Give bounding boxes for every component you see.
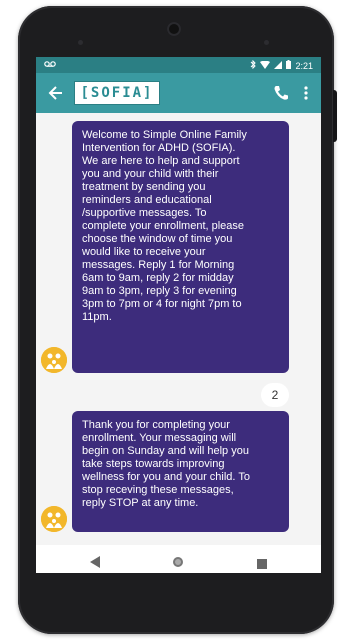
earpiece-sensor-left [78,40,83,45]
front-camera [167,22,181,36]
outgoing-message: 2 [261,383,289,407]
family-avatar-icon [41,347,67,373]
status-bar: 2:21 [36,57,321,73]
family-avatar-icon [41,506,67,532]
incoming-message: Thank you for completing your enrollment… [72,411,289,532]
nav-back-icon[interactable] [90,553,100,568]
system-nav-bar [36,545,321,573]
nav-recents-icon[interactable] [257,554,267,569]
status-time: 2:21 [295,60,313,71]
voicemail-icon [44,60,56,70]
phone-screen: 2:21 [SOFIA] Welcome to Simple Online Fa… [36,57,321,573]
incoming-message: Welcome to Simple Online Family Interven… [72,121,289,373]
app-bar: [SOFIA] [36,73,321,113]
phone-side-button [333,90,337,142]
wifi-icon [260,60,271,71]
nav-home-icon[interactable] [172,553,184,567]
phone-icon[interactable] [273,84,289,102]
signal-icon [274,60,283,71]
battery-icon [286,60,292,71]
arrow-left-icon[interactable] [46,83,66,103]
chat-area[interactable]: Welcome to Simple Online Family Interven… [36,113,321,545]
earpiece-sensor-right [264,40,269,45]
more-vertical-icon[interactable] [302,84,310,102]
bluetooth-icon [250,59,257,71]
sofia-logo: [SOFIA] [74,81,160,105]
